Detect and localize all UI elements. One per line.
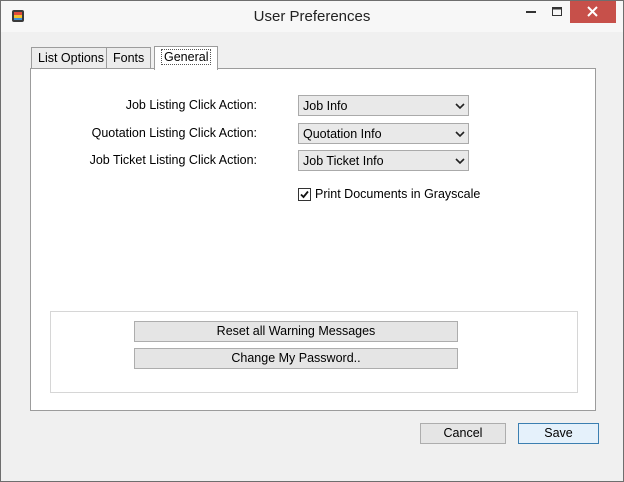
print-grayscale-checkbox[interactable] [298,188,311,201]
select-value: Job Info [303,99,348,113]
job-listing-click-action-label: Job Listing Click Action: [125,98,257,112]
quotation-listing-click-action-select[interactable]: Quotation Info [298,123,469,144]
select-value: Job Ticket Info [303,154,384,168]
maximize-icon [552,7,562,16]
maximize-button[interactable] [544,1,570,23]
general-tab-panel: Job Listing Click Action: Job Info Quota… [30,68,596,411]
job-listing-click-action-select[interactable]: Job Info [298,95,469,116]
tab-fonts[interactable]: Fonts [106,47,152,69]
chevron-down-icon [455,131,465,138]
checkmark-icon [300,190,309,199]
save-button[interactable]: Save [518,423,599,444]
select-value: Quotation Info [303,127,382,141]
job-ticket-listing-click-action-label: Job Ticket Listing Click Action: [89,153,257,167]
cancel-button[interactable]: Cancel [420,423,506,444]
minimize-button[interactable] [518,1,544,23]
change-password-button[interactable]: Change My Password.. [134,348,458,369]
user-preferences-window: User Preferences List Options Fonts Gene… [0,0,624,482]
close-button[interactable] [570,1,616,23]
job-ticket-listing-click-action-select[interactable]: Job Ticket Info [298,150,469,171]
tab-list-options[interactable]: List Options [31,47,112,69]
close-icon [587,6,598,17]
account-actions-group: Reset all Warning Messages Change My Pas… [50,311,578,393]
quotation-listing-click-action-label: Quotation Listing Click Action: [91,126,257,140]
reset-warning-messages-button[interactable]: Reset all Warning Messages [134,321,458,342]
minimize-icon [526,11,536,13]
title-bar[interactable]: User Preferences [1,1,623,32]
tab-general[interactable]: General [154,46,219,70]
chevron-down-icon [455,103,465,110]
chevron-down-icon [455,158,465,165]
print-grayscale-label[interactable]: Print Documents in Grayscale [315,187,480,201]
